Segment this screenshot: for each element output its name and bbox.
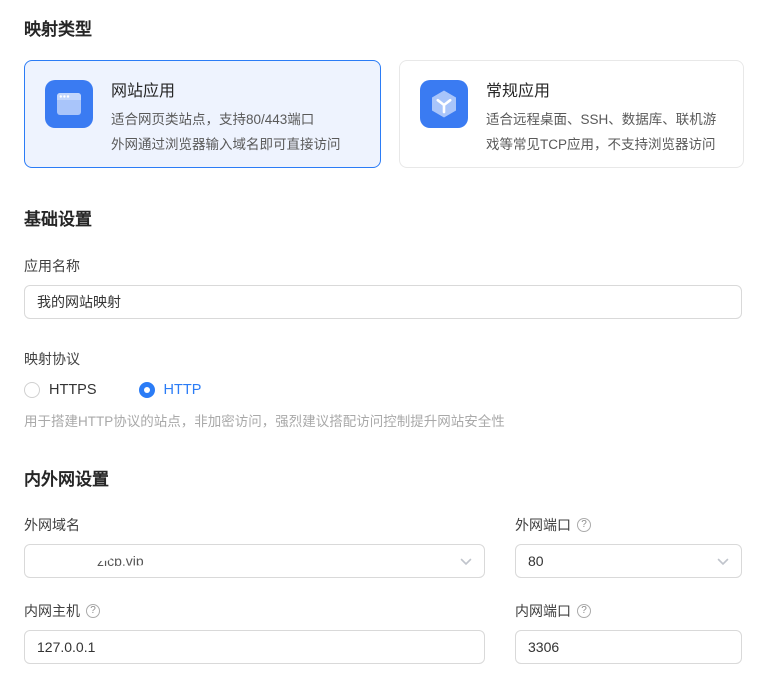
internal-port-input[interactable]: [515, 630, 742, 664]
redaction-smudge: [205, 548, 266, 576]
external-domain-value: zicp.vip: [37, 553, 144, 569]
internal-port-label: 内网端口 ?: [515, 601, 742, 621]
cube-y-icon: [420, 80, 468, 128]
card-website-app[interactable]: 网站应用 适合网页类站点，支持80/443端口 外网通过浏览器输入域名即可直接访…: [24, 60, 381, 168]
card-generic-desc-line1: 适合远程桌面、SSH、数据库、联机游: [486, 107, 716, 132]
network-settings-grid: 外网域名 zicp.vip 外网端口 ? 80: [24, 515, 744, 664]
internal-host-field: 内网主机 ?: [24, 601, 485, 664]
radio-https[interactable]: HTTPS: [24, 382, 97, 398]
mapping-type-cards: 网站应用 适合网页类站点，支持80/443端口 外网通过浏览器输入域名即可直接访…: [24, 60, 744, 168]
card-generic-desc-line2: 戏等常见TCP应用，不支持浏览器访问: [486, 132, 716, 157]
card-website-desc-line1: 适合网页类站点，支持80/443端口: [111, 107, 341, 132]
help-icon[interactable]: ?: [577, 604, 591, 618]
protocol-helper-text: 用于搭建HTTP协议的站点，非加密访问，强烈建议搭配访问控制提升网站安全性: [24, 412, 744, 431]
internal-host-input[interactable]: [24, 630, 485, 664]
external-port-label: 外网端口 ?: [515, 515, 742, 535]
external-domain-label: 外网域名: [24, 515, 485, 535]
mapping-type-heading: 映射类型: [24, 18, 744, 42]
radio-circle-http: [139, 382, 155, 398]
external-domain-field: 外网域名 zicp.vip: [24, 515, 485, 578]
card-generic-app[interactable]: 常规应用 适合远程桌面、SSH、数据库、联机游 戏等常见TCP应用，不支持浏览器…: [399, 60, 744, 168]
radio-http-label: HTTP: [164, 382, 202, 398]
help-icon[interactable]: ?: [577, 518, 591, 532]
radio-https-label: HTTPS: [49, 382, 97, 398]
external-port-field: 外网端口 ? 80: [515, 515, 742, 578]
app-name-input[interactable]: [24, 285, 742, 319]
internal-host-label: 内网主机 ?: [24, 601, 485, 621]
protocol-radio-group: HTTPS HTTP: [24, 382, 744, 398]
chevron-down-icon: [460, 553, 472, 569]
radio-circle-https: [24, 382, 40, 398]
network-settings-heading: 内外网设置: [24, 468, 744, 492]
radio-http[interactable]: HTTP: [139, 382, 202, 398]
external-domain-select[interactable]: zicp.vip: [24, 544, 485, 578]
browser-window-icon: [45, 80, 93, 128]
protocol-label: 映射协议: [24, 349, 744, 369]
basic-settings-heading: 基础设置: [24, 208, 744, 232]
internal-port-field: 内网端口 ?: [515, 601, 742, 664]
external-port-value: 80: [528, 553, 544, 569]
card-website-title: 网站应用: [111, 80, 341, 104]
card-generic-title: 常规应用: [486, 80, 716, 104]
help-icon[interactable]: ?: [86, 604, 100, 618]
mapping-config-page: 映射类型 网站应用 适合网页类站点，支持80/443端口 外网通过浏览器输入域名…: [0, 0, 768, 664]
external-port-select[interactable]: 80: [515, 544, 742, 578]
card-website-desc-line2: 外网通过浏览器输入域名即可直接访问: [111, 132, 341, 157]
chevron-down-icon: [717, 553, 729, 569]
app-name-label: 应用名称: [24, 256, 744, 276]
